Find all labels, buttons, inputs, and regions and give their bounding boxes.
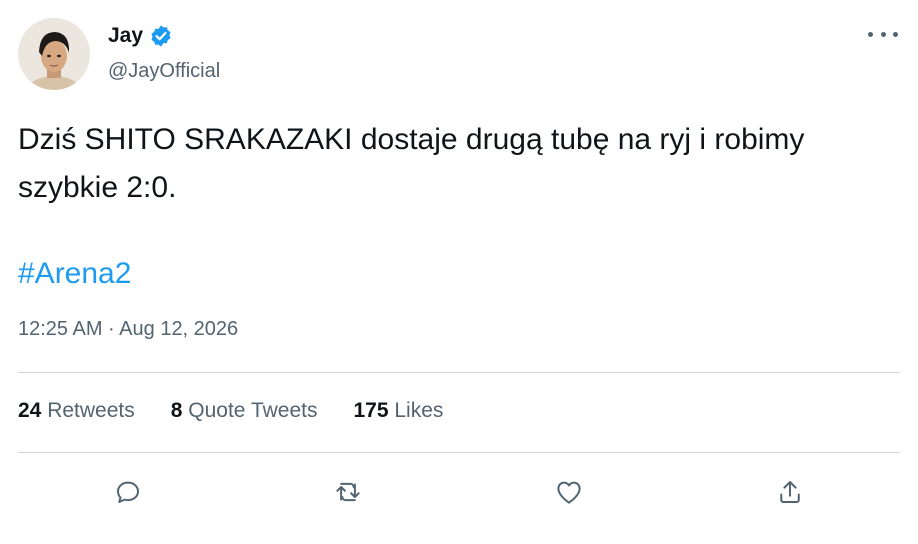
likes-stat[interactable]: 175 Likes: [353, 399, 443, 423]
quote-tweets-stat[interactable]: 8 Quote Tweets: [171, 399, 318, 423]
display-name[interactable]: Jay: [108, 24, 143, 48]
retweets-label: Retweets: [47, 399, 135, 422]
retweet-button[interactable]: [326, 470, 370, 514]
divider: [18, 452, 900, 453]
more-options-icon[interactable]: [868, 24, 898, 44]
tweet-card: Jay @JayOfficial Dziś SHITO SRAKAZAKI do…: [0, 0, 918, 544]
more-dot: [868, 31, 873, 37]
more-dot: [880, 31, 886, 37]
likes-count: 175: [353, 399, 389, 422]
speech-bubble-icon: [117, 481, 139, 503]
reply-button[interactable]: [106, 470, 150, 514]
verified-badge-icon: [149, 24, 173, 48]
author-handle[interactable]: @JayOfficial: [108, 60, 220, 83]
likes-label: Likes: [394, 399, 444, 422]
author-name-row: Jay: [108, 24, 173, 48]
retweets-stat[interactable]: 24 Retweets: [18, 399, 135, 423]
retweet-icon: [336, 482, 360, 502]
hashtag-link[interactable]: #Arena2: [18, 250, 131, 298]
retweets-count: 24: [18, 399, 42, 422]
avatar-image: [18, 18, 90, 90]
avatar[interactable]: [18, 18, 90, 90]
tweet-timestamp[interactable]: 12:25 AM · Aug 12, 2026: [18, 318, 238, 341]
share-button[interactable]: [768, 470, 812, 514]
engagement-stats: 24 Retweets 8 Quote Tweets 175 Likes: [18, 399, 443, 423]
share-upload-icon: [780, 481, 800, 503]
more-dot: [893, 31, 898, 37]
action-bar: [0, 470, 918, 514]
tweet-text: Dziś SHITO SRAKAZAKI dostaje drugą tubę …: [18, 123, 805, 204]
divider: [18, 372, 900, 373]
quote-tweets-count: 8: [170, 399, 183, 422]
quote-tweets-label: Quote Tweets: [188, 399, 318, 422]
heart-icon: [557, 481, 581, 504]
like-button[interactable]: [547, 470, 591, 514]
